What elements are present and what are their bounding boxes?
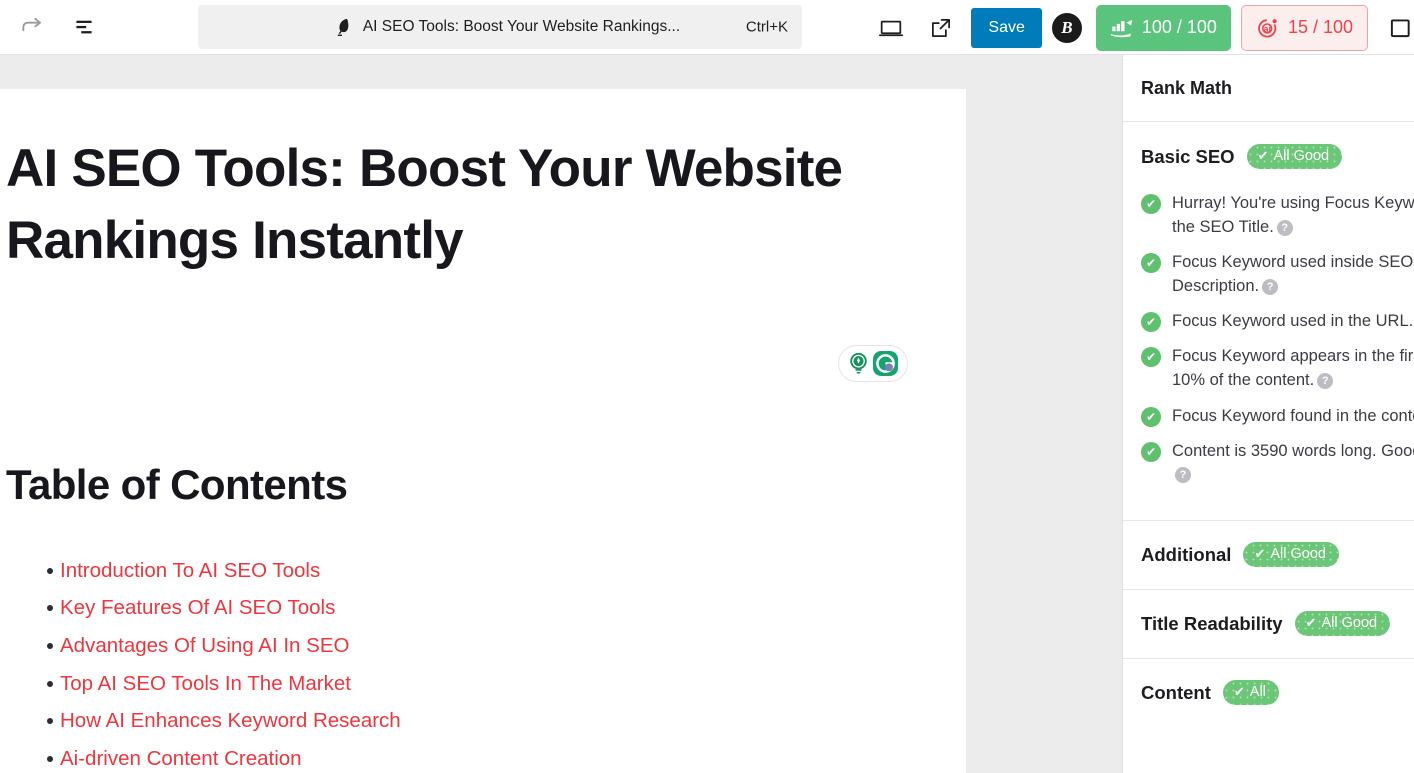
settings-panel-button[interactable] xyxy=(1378,6,1414,50)
table-of-contents-list: Introduction To AI SEO Tools Key Feature… xyxy=(6,552,906,773)
section-title: Basic SEO xyxy=(1141,145,1235,167)
check-label: Focus Keyword appears in the first 10% o… xyxy=(1172,344,1414,392)
list-item: How AI Enhances Keyword Research xyxy=(6,702,906,740)
toc-link[interactable]: Top AI SEO Tools In The Market xyxy=(60,672,351,696)
settings-panel-icon xyxy=(1390,18,1410,37)
check-text: Focus Keyword appears in the first 10% o… xyxy=(1172,347,1414,390)
post-title[interactable]: AI SEO Tools: Boost Your Website Ranking… xyxy=(6,133,886,277)
ai-score-value: 15 / 100 xyxy=(1287,17,1353,37)
list-item: Ai-driven Content Creation xyxy=(6,740,906,773)
seo-score-value: 100 / 100 xyxy=(1141,17,1217,37)
seo-check-list: ✔ Hurray! You're using Focus Keyword in … xyxy=(1123,191,1414,520)
check-label: Focus Keyword used inside SEO Meta Descr… xyxy=(1172,250,1414,298)
document-outline-icon xyxy=(76,20,92,34)
list-item: Advantages Of Using AI In SEO xyxy=(6,627,906,665)
status-badge-label: All xyxy=(1249,684,1266,701)
sidebar-header: Rank Math xyxy=(1123,55,1414,122)
seo-score-badge[interactable]: 100 / 100 xyxy=(1095,4,1231,51)
section-header-title-readability[interactable]: Title Readability ✔ All Good xyxy=(1123,588,1414,658)
command-bar-inner: AI SEO Tools: Boost Your Website Ranking… xyxy=(320,15,680,39)
list-item: ✔ Focus Keyword found in the content.? xyxy=(1141,404,1414,428)
help-icon[interactable]: ? xyxy=(1276,219,1293,236)
status-badge-label: All Good xyxy=(1273,148,1330,164)
list-item: Top AI SEO Tools In The Market xyxy=(6,665,906,703)
check-glyph: ✔ xyxy=(1233,684,1245,700)
save-button[interactable]: Save xyxy=(971,7,1042,48)
status-badge[interactable]: ✔ All Good xyxy=(1246,144,1343,169)
check-label: Content is 3590 words long. Good job!? xyxy=(1172,439,1414,487)
toc-link[interactable]: Advantages Of Using AI In SEO xyxy=(60,634,349,658)
section-title: Additional xyxy=(1141,543,1232,565)
status-badge[interactable]: ✔ All Good xyxy=(1294,611,1391,637)
check-glyph: ✔ xyxy=(1305,615,1317,631)
view-post-button[interactable] xyxy=(919,6,963,50)
page-title: Rank Math xyxy=(1141,77,1233,98)
section-title: Title Readability xyxy=(1141,612,1283,634)
check-glyph: ✔ xyxy=(1254,546,1266,562)
feather-pen-icon xyxy=(337,18,349,36)
preview-button[interactable] xyxy=(869,6,913,50)
list-item: ✔ Content is 3590 words long. Good job!? xyxy=(1141,439,1414,487)
list-item: ✔ Hurray! You're using Focus Keyword in … xyxy=(1141,191,1414,239)
toc-link[interactable]: How AI Enhances Keyword Research xyxy=(60,709,401,733)
list-item: ✔ Focus Keyword used in the URL.? xyxy=(1141,309,1414,333)
check-circle-icon: ✔ xyxy=(1141,312,1161,333)
toc-link[interactable]: Ai-driven Content Creation xyxy=(60,747,302,771)
grammarly-g-icon xyxy=(872,350,899,377)
command-bar-title: AI SEO Tools: Boost Your Website Ranking… xyxy=(362,18,681,35)
editor-canvas[interactable]: AI SEO Tools: Boost Your Website Ranking… xyxy=(0,89,966,773)
redo-arrow-icon xyxy=(22,17,42,32)
command-bar[interactable]: AI SEO Tools: Boost Your Website Ranking… xyxy=(198,5,802,49)
grammarly-widget[interactable] xyxy=(838,345,908,382)
check-glyph: ✔ xyxy=(1257,148,1269,163)
check-label: Focus Keyword found in the content.? xyxy=(1172,404,1414,428)
check-label: Hurray! You're using Focus Keyword in th… xyxy=(1172,191,1414,239)
section-header-basic-seo[interactable]: Basic SEO ✔ All Good xyxy=(1123,122,1414,191)
help-icon[interactable]: ? xyxy=(1262,278,1279,295)
status-badge-label: All Good xyxy=(1270,546,1326,563)
status-badge[interactable]: ✔ All Good xyxy=(1243,542,1339,568)
check-circle-icon: ✔ xyxy=(1141,406,1161,427)
section-header-content[interactable]: Content ✔ All xyxy=(1123,657,1414,727)
top-toolbar: AI SEO Tools: Boost Your Website Ranking… xyxy=(0,0,1414,55)
toc-link[interactable]: Key Features Of AI SEO Tools xyxy=(60,596,335,620)
check-circle-icon: ✔ xyxy=(1141,194,1161,214)
ai-score-badge[interactable]: ai 15 / 100 xyxy=(1240,4,1368,51)
help-icon[interactable]: ? xyxy=(1317,373,1334,390)
redo-button[interactable] xyxy=(10,5,54,49)
lightbulb-idea-icon xyxy=(850,352,867,373)
check-text: Focus Keyword used in the URL. xyxy=(1172,312,1414,331)
editor-area: AI SEO Tools: Boost Your Website Ranking… xyxy=(0,55,1122,773)
list-item: Key Features Of AI SEO Tools xyxy=(6,590,906,628)
status-badge[interactable]: ✔ All xyxy=(1222,680,1279,706)
b-badge-icon[interactable]: B xyxy=(1051,12,1082,43)
desktop-preview-icon xyxy=(879,20,904,36)
status-badge-label: All Good xyxy=(1321,615,1378,632)
command-bar-shortcut: Ctrl+K xyxy=(745,18,788,36)
toolbar-right-cluster: Save B 100 / 100 ai 15 / 100 xyxy=(869,0,1414,55)
ai-target-icon: ai xyxy=(1258,18,1277,37)
toc-link[interactable]: Introduction To AI SEO Tools xyxy=(60,559,320,583)
list-item: Introduction To AI SEO Tools xyxy=(6,552,906,590)
list-item: ✔ Focus Keyword used inside SEO Meta Des… xyxy=(1141,250,1414,298)
chart-growth-icon xyxy=(1110,19,1133,37)
document-outline-button[interactable] xyxy=(62,5,106,49)
check-label: Focus Keyword used in the URL.? xyxy=(1172,309,1414,333)
svg-text:ai: ai xyxy=(1263,24,1271,34)
check-text: Focus Keyword used inside SEO Meta Descr… xyxy=(1172,253,1414,296)
section-title: Content xyxy=(1141,681,1211,703)
check-circle-icon: ✔ xyxy=(1141,441,1161,462)
check-text: Hurray! You're using Focus Keyword in th… xyxy=(1172,194,1414,237)
external-link-icon xyxy=(932,18,951,37)
check-text: Content is 3590 words long. Good job! xyxy=(1172,441,1414,460)
help-icon[interactable]: ? xyxy=(1175,467,1191,484)
section-header-additional[interactable]: Additional ✔ All Good xyxy=(1123,519,1414,589)
check-circle-icon: ✔ xyxy=(1141,347,1161,368)
list-item: ✔ Focus Keyword appears in the first 10%… xyxy=(1141,344,1414,392)
toc-heading[interactable]: Table of Contents xyxy=(6,461,348,509)
check-text: Focus Keyword found in the content. xyxy=(1172,406,1414,425)
rank-math-sidebar: Rank Math Basic SEO ✔ All Good ✔ Hurray!… xyxy=(1122,55,1414,773)
check-circle-icon: ✔ xyxy=(1141,253,1161,274)
